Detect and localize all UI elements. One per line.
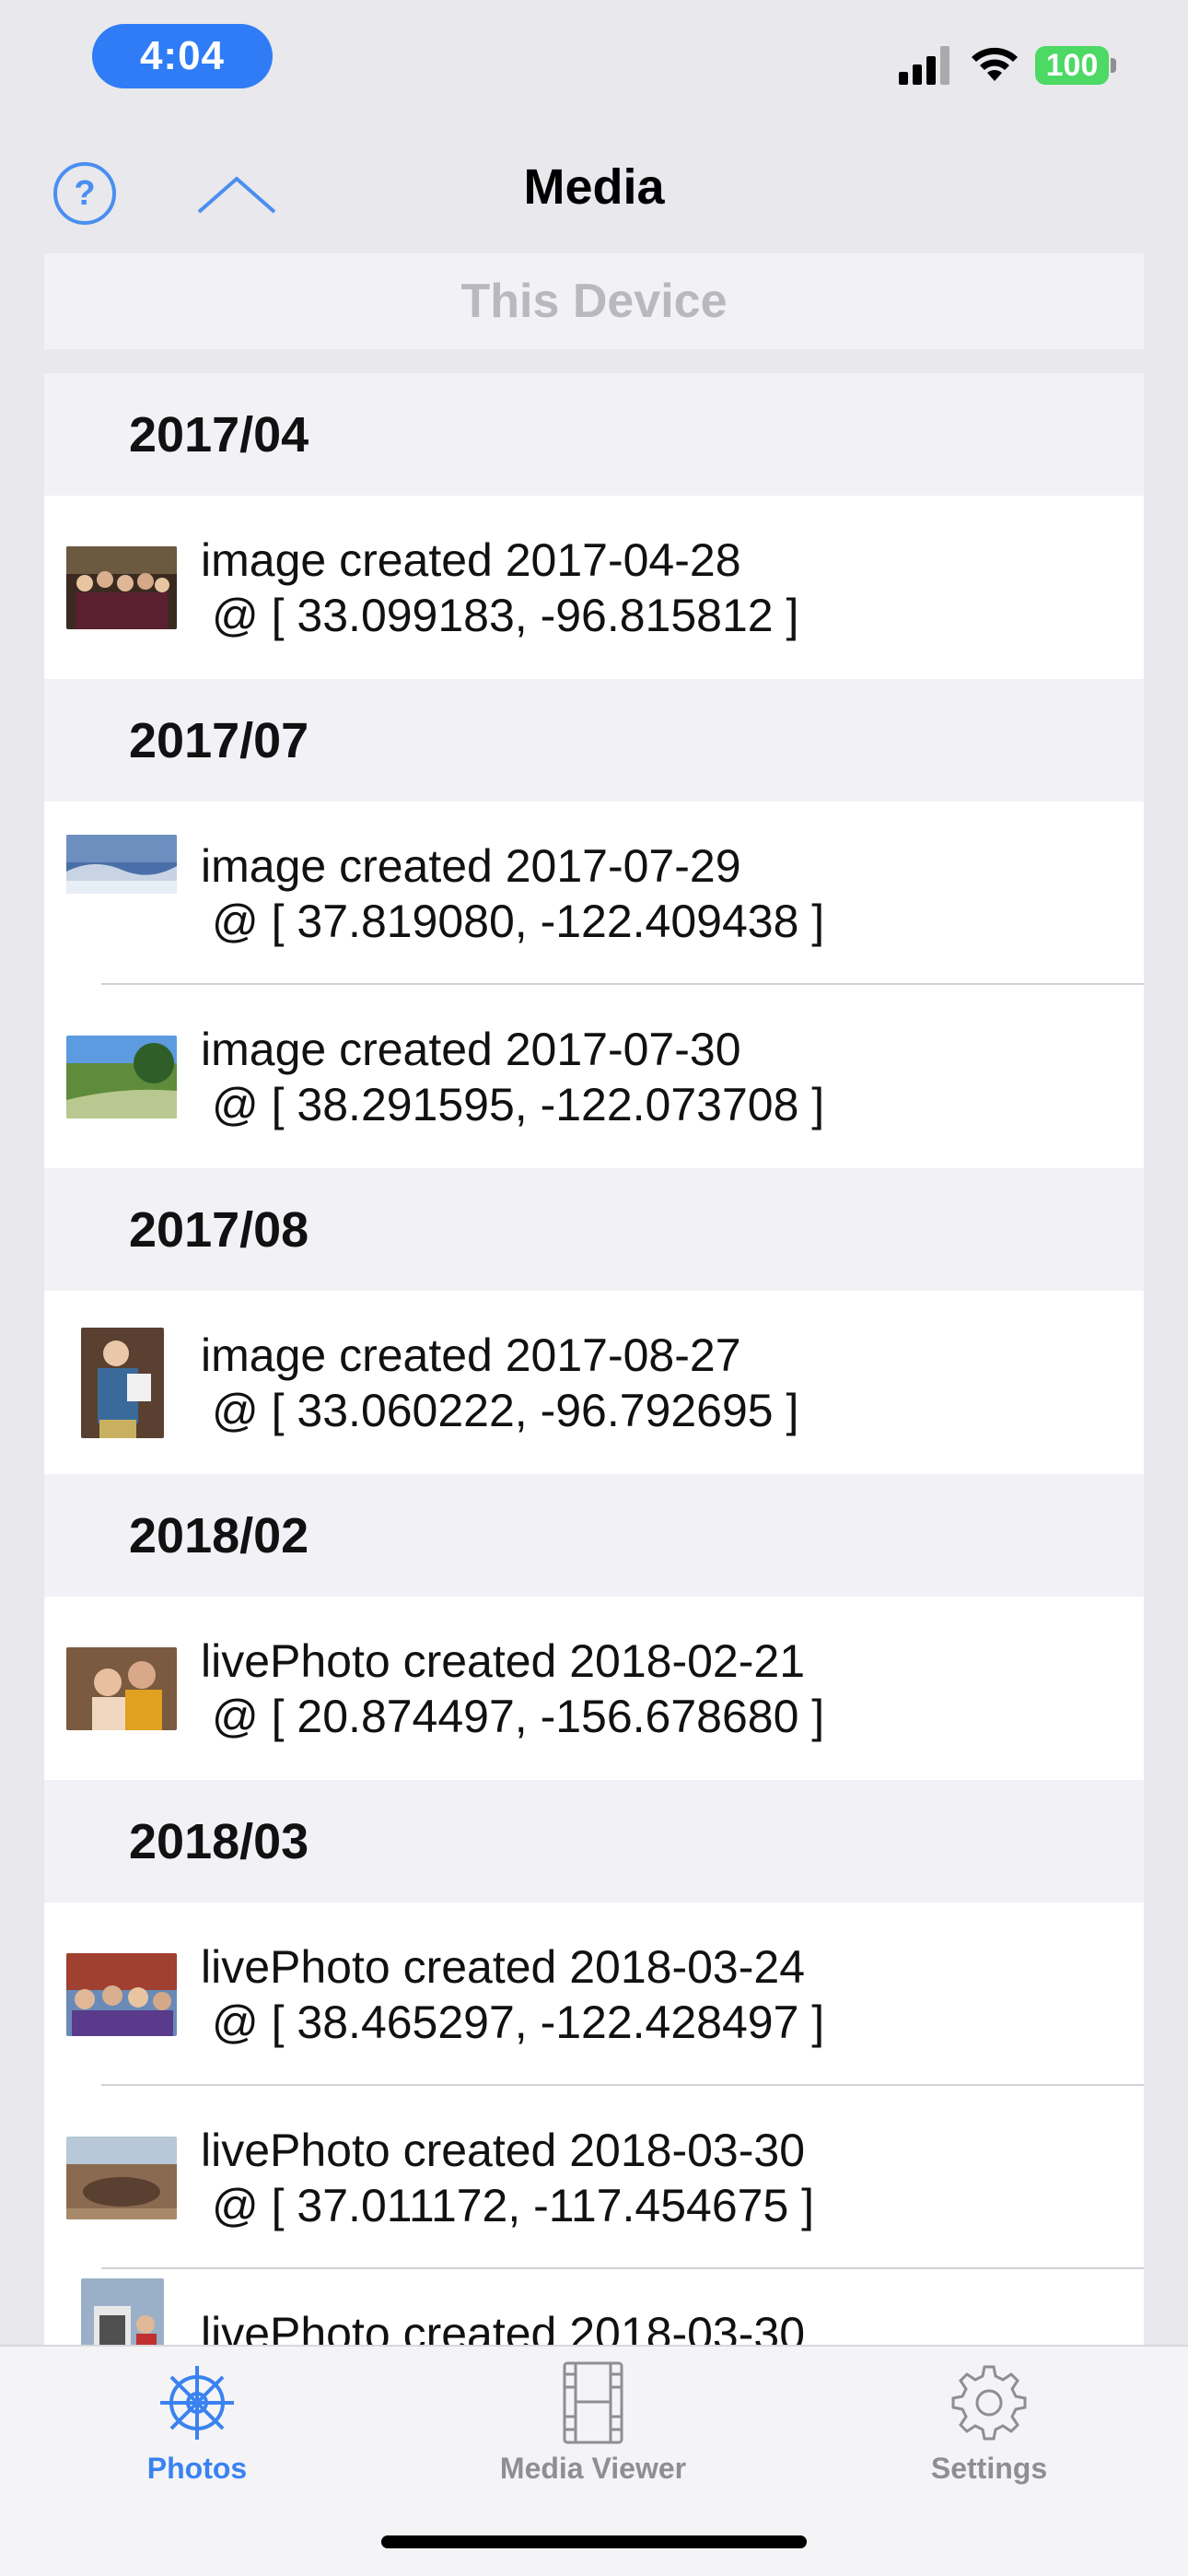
tab-label: Photos [146, 2452, 248, 2485]
battery-tip [1111, 58, 1116, 73]
photo-thumbnail [66, 545, 177, 629]
item-text: livePhoto created 2018-02-21 @ [ 20.8744… [201, 1635, 825, 1742]
device-source-label: This Device [44, 253, 1144, 349]
film-strip-icon [563, 2361, 623, 2444]
list-item[interactable]: livePhoto created 2018-03-30 @ [ 37.0111… [44, 2086, 1144, 2269]
tab-label: Settings [930, 2452, 1048, 2485]
list-item[interactable]: image created 2017-07-30 @ [ 38.291595, … [44, 985, 1144, 1168]
ships-wheel-icon [160, 2366, 234, 2440]
section-header: 2017/08 [44, 1168, 1144, 1291]
list-item[interactable]: image created 2017-04-28 @ [ 33.099183, … [44, 496, 1144, 679]
photo-thumbnail [81, 2278, 164, 2345]
photo-thumbnail [66, 835, 177, 894]
photo-thumbnail [66, 1952, 177, 2036]
page-title: Media [523, 159, 665, 215]
list-item[interactable]: livePhoto created 2018-03-24 @ [ 38.4652… [44, 1903, 1144, 2086]
photo-thumbnail [66, 2136, 177, 2219]
list-item[interactable]: image created 2017-07-29 @ [ 37.819080, … [44, 802, 1144, 985]
section-header: 2018/03 [44, 1780, 1144, 1903]
status-bar: 4:04 100 [0, 0, 1188, 120]
battery-indicator: 100 [1035, 46, 1109, 85]
list-item[interactable]: livePhoto created 2018-02-21 @ [ 20.8744… [44, 1597, 1144, 1780]
list-item[interactable]: livePhoto created 2018-03-30 [44, 2269, 1144, 2345]
tab-label: Media Viewer [499, 2452, 687, 2485]
list-item[interactable]: image created 2017-08-27 @ [ 33.060222, … [44, 1291, 1144, 1474]
item-text: livePhoto created 2018-03-30 @ [ 37.0111… [201, 2125, 815, 2231]
photo-thumbnail [66, 1035, 177, 1118]
section-header: 2017/07 [44, 679, 1144, 802]
section-header: 2018/02 [44, 1474, 1144, 1597]
nav-bar: ? Media [0, 138, 1188, 244]
tab-media-viewer[interactable]: Media Viewer [455, 2347, 731, 2503]
media-list[interactable]: 2017/04 image created 2017-04-28 @ [ 33.… [44, 373, 1144, 2345]
item-text: livePhoto created 2018-03-24 @ [ 38.4652… [201, 1941, 825, 2048]
item-text: image created 2017-07-30 @ [ 38.291595, … [201, 1024, 825, 1130]
section-header: 2017/04 [44, 373, 1144, 496]
item-text: image created 2017-07-29 @ [ 37.819080, … [201, 840, 825, 947]
status-time: 4:04 [92, 24, 273, 88]
cellular-signal-icon [899, 46, 949, 85]
wifi-icon [972, 47, 1018, 81]
gear-icon [951, 2365, 1027, 2441]
photo-thumbnail [81, 1327, 164, 1438]
photo-thumbnail [66, 1646, 177, 1730]
tab-settings[interactable]: Settings [851, 2347, 1127, 2503]
item-text: image created 2017-04-28 @ [ 33.099183, … [201, 534, 799, 641]
tab-photos[interactable]: Photos [59, 2347, 335, 2503]
item-text: livePhoto created 2018-03-30 [201, 2308, 806, 2345]
item-text: image created 2017-08-27 @ [ 33.060222, … [201, 1329, 799, 1436]
home-indicator[interactable] [381, 2535, 807, 2548]
